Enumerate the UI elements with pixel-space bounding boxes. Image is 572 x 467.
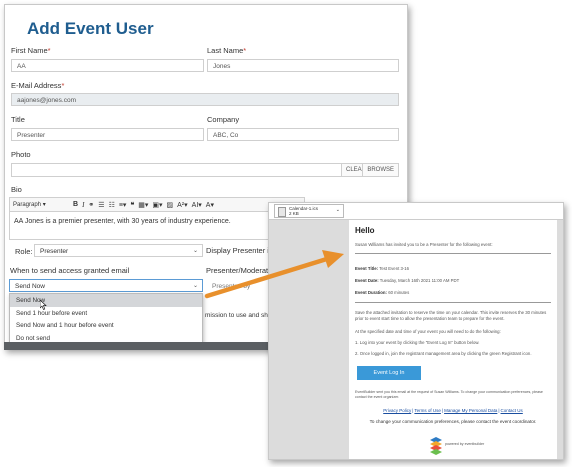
title-field[interactable]: Presenter	[11, 128, 204, 141]
email-label: E-Mail Address*	[11, 81, 65, 90]
title-label: Title	[11, 115, 25, 124]
media-icon[interactable]: ▣▾	[152, 201, 162, 209]
dropdown-option[interactable]: Send 1 hour before event	[10, 307, 202, 320]
chevron-down-icon: ⌄	[192, 283, 198, 289]
contact-us-link[interactable]: Contact Us	[501, 408, 523, 413]
mouse-cursor-icon	[40, 300, 47, 310]
bio-text-area[interactable]: AA Jones is a premier presenter, with 30…	[9, 212, 305, 240]
paragraph-format-select[interactable]: Paragraph ▾	[13, 201, 69, 208]
dropdown-option[interactable]: Send Now and 1 hour before event	[10, 319, 202, 332]
email-content: Hello Susan Williams has invited you to …	[349, 220, 557, 459]
email-divider	[355, 302, 551, 303]
terms-of-use-link[interactable]: Terms of Use	[414, 408, 441, 413]
quote-icon[interactable]: ❝	[130, 201, 134, 209]
access-email-label: When to send access granted email	[10, 266, 130, 275]
role-select[interactable]: Presenter ⌄	[34, 244, 203, 257]
italic-icon[interactable]: I	[82, 201, 84, 209]
event-login-button[interactable]: Event Log In	[357, 366, 421, 380]
image-icon[interactable]: ▨	[167, 201, 174, 209]
email-step-2: 2. Once logged in, join the registrant m…	[355, 351, 532, 356]
dropdown-option[interactable]: Send Now	[10, 294, 202, 307]
company-label: Company	[207, 115, 240, 124]
bullet-list-icon[interactable]: ☰	[98, 201, 104, 209]
access-email-dropdown: Send Now Send 1 hour before event Send N…	[9, 293, 203, 345]
last-name-field[interactable]: Jones	[207, 59, 399, 72]
email-divider	[355, 253, 551, 254]
email-intro: Susan Williams has invited you to be a P…	[355, 242, 493, 247]
photo-label: Photo	[11, 150, 31, 159]
browse-button[interactable]: BROWSE	[362, 164, 398, 176]
email-paragraph-1: Save the attached invitation to reserve …	[355, 310, 547, 321]
table-icon[interactable]: ▦▾	[138, 201, 148, 209]
first-name-label: First Name*	[11, 46, 51, 55]
email-footer-links: Privacy Policy|Terms of Use|Manage My Pe…	[383, 408, 523, 413]
logo-text: powered by eventbuilder	[445, 442, 485, 446]
access-email-select[interactable]: Send Now ⌄	[9, 279, 203, 292]
bio-editor-toolbar: Paragraph ▾ B I ⚭ ☰ ☷ ≡▾ ❝ ▦▾ ▣▾ ▨ A²▾ A…	[9, 197, 305, 212]
email-footer-note: EventBuilder sent you this email at the …	[355, 390, 543, 399]
company-field[interactable]: ABC, Co	[207, 128, 399, 141]
manage-data-link[interactable]: Manage My Personal Data	[444, 408, 497, 413]
calendar-attachment[interactable]: Calendar-1.ics 2 KB ⌄	[274, 204, 344, 218]
font-icon[interactable]: AI▾	[192, 201, 202, 209]
presenter-moderator-label: Presenter/Moderato	[206, 266, 273, 275]
event-date-line: Event Date: Tuesday, March 16th 2021 11:…	[355, 278, 460, 283]
numbered-list-icon[interactable]: ☷	[109, 201, 115, 209]
photo-field[interactable]: CLEAR BROWSE	[11, 163, 399, 177]
align-icon[interactable]: ≡▾	[119, 201, 127, 209]
text-color-icon[interactable]: A▾	[206, 201, 214, 209]
email-preference-line: To change your communication preferences…	[369, 419, 537, 424]
email-paragraph-2: At the specified date and time of your e…	[355, 329, 501, 334]
presented-by-field[interactable]: Presented by	[212, 283, 250, 290]
chevron-down-icon: ⌄	[192, 248, 198, 254]
last-name-label: Last Name*	[207, 46, 247, 55]
role-label: Role:	[15, 247, 33, 256]
page-title: Add Event User	[27, 19, 154, 38]
display-presenter-label: Display Presenter inf	[206, 246, 276, 255]
chevron-down-icon: ⌄	[335, 207, 340, 213]
bio-label: Bio	[11, 185, 22, 194]
first-name-field[interactable]: AA	[11, 59, 204, 72]
event-duration-line: Event Duration: 60 minutes	[355, 290, 410, 295]
email-step-1: 1. Log into your event by clicking the "…	[355, 340, 480, 345]
event-title-line: Event Title: Test Event 3-16	[355, 266, 410, 271]
email-body-background: Hello Susan Williams has invited you to …	[269, 219, 563, 459]
link-icon[interactable]: ⚭	[88, 201, 94, 209]
font-size-icon[interactable]: A²▾	[177, 201, 188, 209]
email-field: aajones@jones.com	[11, 93, 399, 106]
document-icon	[278, 207, 286, 217]
bold-icon[interactable]: B	[73, 201, 78, 208]
email-header: Calendar-1.ics 2 KB ⌄	[269, 203, 563, 219]
privacy-policy-link[interactable]: Privacy Policy	[383, 408, 411, 413]
email-greeting: Hello	[355, 226, 375, 235]
email-preview-window: Calendar-1.ics 2 KB ⌄ Hello Susan Willia…	[268, 202, 564, 460]
